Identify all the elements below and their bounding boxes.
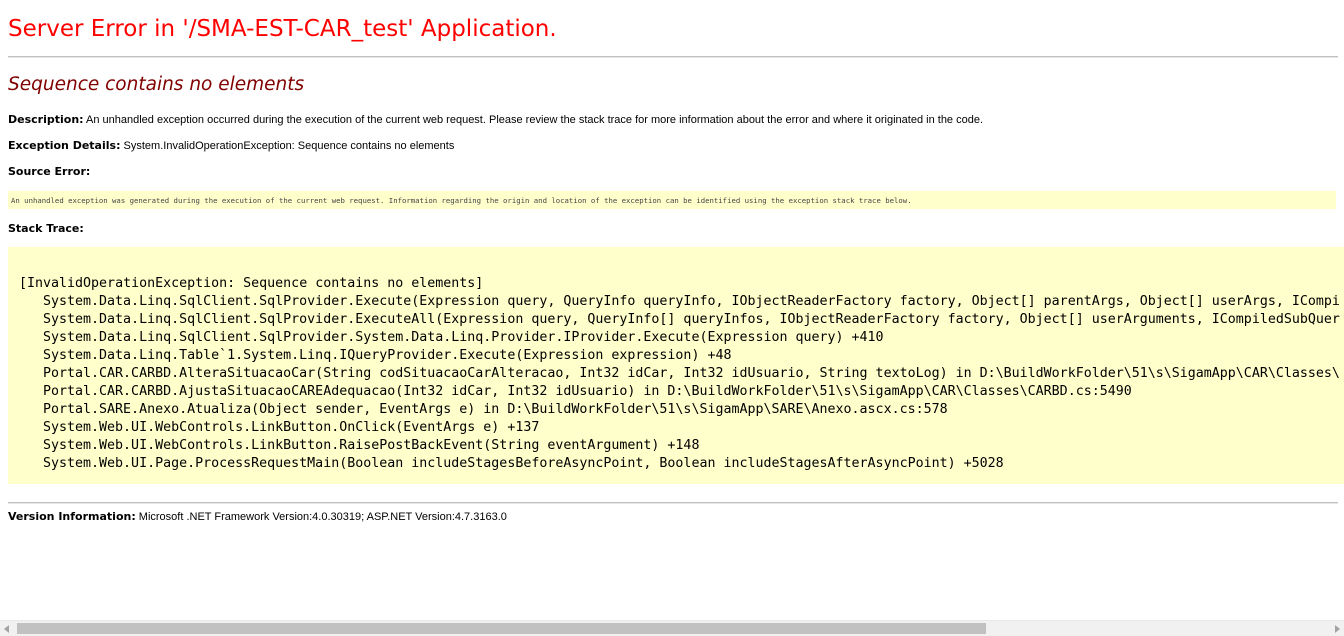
exception-details-label: Exception Details: xyxy=(8,139,121,152)
exception-details-text: System.InvalidOperationException: Sequen… xyxy=(120,140,455,152)
stack-trace-line: System.Data.Linq.SqlClient.SqlProvider.E… xyxy=(43,294,1340,309)
error-page: Server Error in '/SMA-EST-CAR_test' Appl… xyxy=(8,0,1344,620)
bottom-divider xyxy=(8,502,1338,504)
top-divider xyxy=(8,56,1338,58)
page-title: Server Error in '/SMA-EST-CAR_test' Appl… xyxy=(8,16,557,42)
stack-trace-line: Portal.CAR.CARBD.AlteraSituacaoCar(Strin… xyxy=(43,366,1340,381)
error-message: Sequence contains no elements xyxy=(8,74,305,95)
stack-trace-line: System.Data.Linq.Table`1.System.Linq.IQu… xyxy=(43,348,732,363)
scroll-right-arrow-icon[interactable] xyxy=(1335,625,1340,633)
stack-trace-heading: Stack Trace: xyxy=(8,222,84,235)
stack-trace-line: System.Web.UI.Page.ProcessRequestMain(Bo… xyxy=(43,456,1004,471)
stack-trace-line: System.Data.Linq.SqlClient.SqlProvider.E… xyxy=(43,312,1340,327)
source-error-label: Source Error: xyxy=(8,165,91,178)
version-information-line: Version Information: Microsoft .NET Fram… xyxy=(8,510,507,523)
stack-trace-line: Portal.CAR.CARBD.AjustaSituacaoCAREAdequ… xyxy=(43,384,1132,399)
stack-trace-line: [InvalidOperationException: Sequence con… xyxy=(19,276,484,291)
description-text: An unhandled exception occurred during t… xyxy=(83,114,984,126)
version-information-text: Microsoft .NET Framework Version:4.0.303… xyxy=(135,511,507,523)
scroll-left-arrow-icon[interactable] xyxy=(4,625,9,633)
source-error-text[interactable]: An unhandled exception was generated dur… xyxy=(11,196,912,205)
stack-trace-text[interactable]: [InvalidOperationException: Sequence con… xyxy=(19,275,1340,473)
source-error-heading: Source Error: xyxy=(8,165,90,178)
stack-trace-line: System.Web.UI.WebControls.LinkButton.OnC… xyxy=(43,420,540,435)
stack-trace-label: Stack Trace: xyxy=(8,222,84,235)
stack-trace-line: System.Web.UI.WebControls.LinkButton.Rai… xyxy=(43,438,700,453)
version-information-label: Version Information: xyxy=(8,510,136,523)
source-error-box: An unhandled exception was generated dur… xyxy=(8,191,1336,209)
description-line: Description: An unhandled exception occu… xyxy=(8,113,983,126)
stack-trace-line: System.Data.Linq.SqlClient.SqlProvider.S… xyxy=(43,330,884,345)
scrollbar-thumb[interactable] xyxy=(17,623,986,634)
description-label: Description: xyxy=(8,113,84,126)
exception-details-line: Exception Details: System.InvalidOperati… xyxy=(8,139,454,152)
stack-trace-line: Portal.SARE.Anexo.Atualiza(Object sender… xyxy=(43,402,948,417)
stack-trace-box[interactable]: [InvalidOperationException: Sequence con… xyxy=(8,247,1344,484)
horizontal-scrollbar[interactable] xyxy=(0,620,1344,636)
